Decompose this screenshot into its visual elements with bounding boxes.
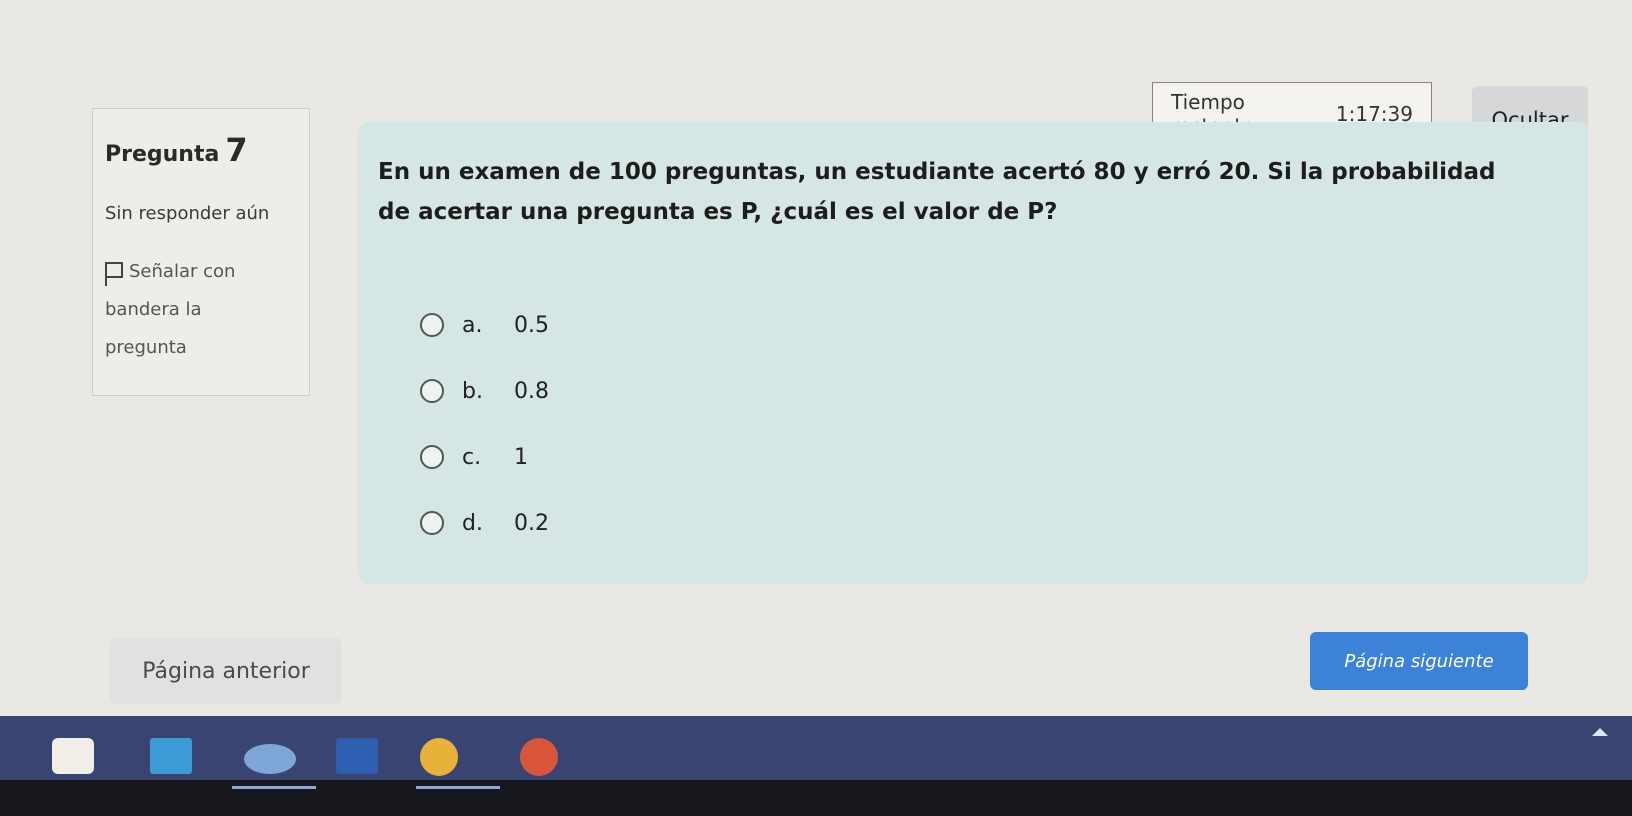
- option-letter: b.: [462, 378, 483, 404]
- question-content: En un examen de 100 preguntas, un estudi…: [358, 122, 1588, 584]
- next-page-button[interactable]: Página siguiente: [1310, 632, 1528, 690]
- option-letter: d.: [462, 510, 483, 536]
- powerpoint-icon[interactable]: [520, 738, 558, 776]
- chrome-icon[interactable]: [420, 738, 458, 776]
- store-icon[interactable]: [52, 738, 94, 774]
- mail-icon[interactable]: [150, 738, 192, 774]
- question-status: Sin responder aún: [105, 203, 270, 224]
- answer-option-d[interactable]: d. 0.2: [420, 490, 549, 556]
- flag-icon: [105, 262, 123, 286]
- chevron-up-icon[interactable]: [1592, 728, 1608, 736]
- active-app-indicator: [232, 786, 316, 789]
- answer-option-a[interactable]: a. 0.5: [420, 292, 549, 358]
- photos-icon[interactable]: [244, 744, 296, 774]
- question-number: 7: [225, 131, 248, 169]
- option-value: 0.2: [514, 510, 549, 536]
- question-title: Pregunta 7: [105, 131, 299, 169]
- flag-question-label: Señalar con bandera la pregunta: [105, 261, 236, 358]
- option-letter: a.: [462, 312, 483, 338]
- radio-button[interactable]: [420, 313, 444, 337]
- answer-option-c[interactable]: c. 1: [420, 424, 549, 490]
- option-value: 0.5: [514, 312, 549, 338]
- option-letter: c.: [462, 444, 482, 470]
- question-info-panel: Pregunta 7 Sin responder aún Señalar con …: [92, 108, 310, 396]
- option-value: 1: [514, 444, 528, 470]
- flag-question-button[interactable]: Señalar con bandera la pregunta: [105, 253, 285, 367]
- answer-option-b[interactable]: b. 0.8: [420, 358, 549, 424]
- previous-page-button[interactable]: Página anterior: [110, 638, 342, 704]
- word-icon[interactable]: [336, 738, 378, 774]
- question-title-label: Pregunta: [105, 142, 220, 167]
- active-app-indicator: [416, 786, 500, 789]
- option-value: 0.8: [514, 378, 549, 404]
- answer-options: a. 0.5 b. 0.8 c. 1 d. 0.2: [420, 292, 549, 556]
- radio-button[interactable]: [420, 379, 444, 403]
- question-text: En un examen de 100 preguntas, un estudi…: [378, 159, 1496, 225]
- radio-button[interactable]: [420, 445, 444, 469]
- radio-button[interactable]: [420, 511, 444, 535]
